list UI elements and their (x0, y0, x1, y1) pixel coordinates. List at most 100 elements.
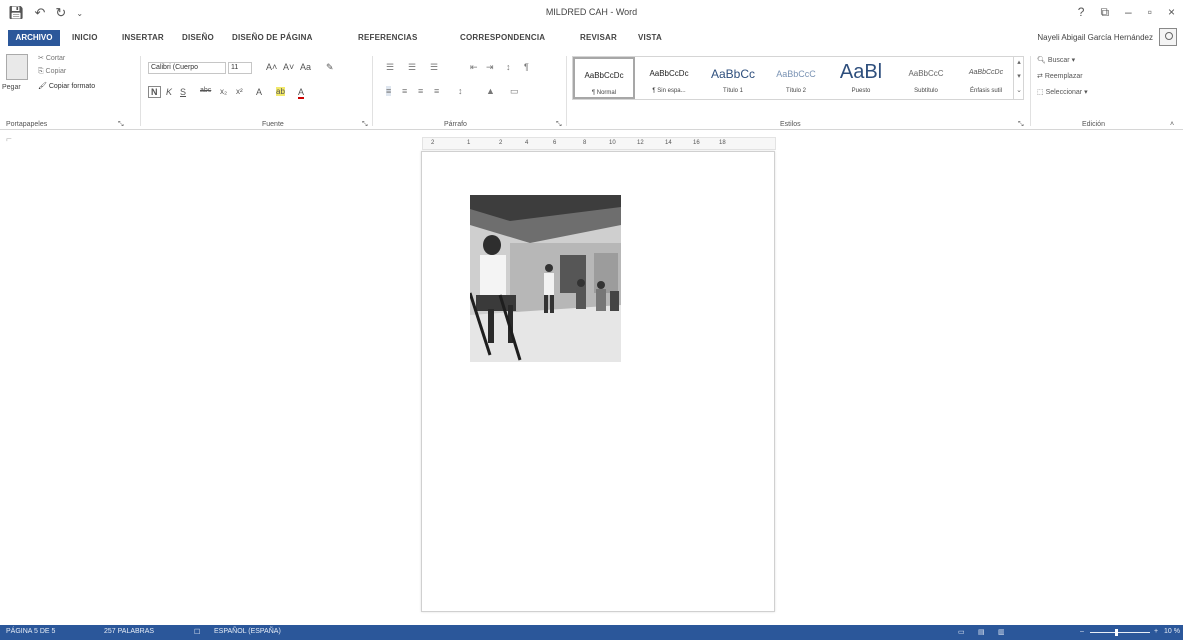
style-heading-2[interactable]: AaBbCcC Título 2 (765, 57, 827, 99)
sort-icon[interactable]: ↕ (506, 62, 511, 72)
zoom-thumb[interactable] (1115, 629, 1118, 636)
style-subtitle[interactable]: AaBbCcC Subtítulo (895, 57, 957, 99)
font-name-select[interactable]: Calibri (Cuerpo (148, 62, 226, 74)
select-button[interactable]: ⬚ Seleccionar ▾ (1037, 88, 1088, 96)
tab-diseno[interactable]: DISEÑO (182, 33, 214, 42)
web-layout-icon[interactable]: ▥ (998, 628, 1005, 636)
style-title[interactable]: AaBl Puesto (829, 57, 893, 99)
align-left-icon[interactable]: ≡ (386, 86, 392, 96)
ruler-toggle-icon[interactable]: ⌐ (6, 134, 12, 145)
print-layout-icon[interactable]: ▤ (978, 628, 985, 636)
user-name[interactable]: Nayeli Abigail García Hernández (1037, 33, 1153, 42)
format-painter-button[interactable]: 🖌︎ Copiar formato (38, 82, 95, 90)
close-icon[interactable]: × (1168, 5, 1175, 20)
styles-gallery: AaBbCcDc ¶ Normal AaBbCcDc ¶ Sin espa...… (572, 56, 1024, 100)
tab-file[interactable]: ARCHIVO (8, 30, 60, 46)
superscript-button[interactable]: x² (236, 87, 243, 96)
zoom-slider[interactable] (1090, 632, 1150, 633)
style-sample: AaBbCcC (776, 69, 816, 79)
decrease-indent-icon[interactable]: ⇤ (470, 62, 478, 73)
style-name: ¶ Normal (591, 90, 617, 96)
cut-button[interactable]: ✂ Cortar (38, 54, 65, 62)
avatar[interactable] (1159, 28, 1177, 46)
maximize-icon[interactable]: ▫ (1148, 5, 1152, 20)
tab-inicio[interactable]: INICIO (72, 33, 98, 42)
zoom-out-icon[interactable]: – (1080, 628, 1084, 635)
paste-icon[interactable] (6, 54, 28, 80)
center-icon[interactable]: ≡ (402, 86, 407, 96)
language[interactable]: ESPAÑOL (ESPAÑA) (214, 628, 281, 635)
font-color-button[interactable]: A (298, 87, 305, 99)
minimize-icon[interactable]: – (1125, 5, 1132, 20)
ribbon-options-icon[interactable]: ⧉ (1100, 5, 1109, 20)
page-count[interactable]: PÁGINA 5 DE 5 (6, 628, 55, 635)
font-size-select[interactable]: 11 (228, 62, 252, 74)
highlight-button[interactable]: ab (276, 87, 285, 96)
ruler-number: 4 (525, 140, 529, 146)
zoom-in-icon[interactable]: + (1154, 628, 1158, 635)
shrink-font-button[interactable]: A˅ (283, 62, 294, 72)
word-count[interactable]: 257 PALABRAS (104, 628, 154, 635)
font-launcher-icon[interactable]: ⤡ (362, 121, 368, 129)
line-spacing-icon[interactable]: ↕ (458, 86, 463, 96)
status-bar: PÁGINA 5 DE 5 257 PALABRAS ☐ ESPAÑOL (ES… (0, 625, 1183, 640)
ruler-number: 14 (665, 140, 672, 146)
bullets-icon[interactable]: ☰ (386, 62, 394, 73)
shading-icon[interactable]: ▲ (486, 86, 495, 96)
styles-group-label: Estilos (780, 121, 801, 128)
clear-format-icon[interactable]: ✎ (326, 62, 334, 73)
increase-indent-icon[interactable]: ⇥ (486, 62, 494, 73)
help-icon[interactable]: ? (1078, 5, 1085, 20)
clipboard-launcher-icon[interactable]: ⤡ (118, 121, 124, 129)
ruler-number: 1 (467, 140, 471, 146)
tab-vista[interactable]: VISTA (638, 33, 662, 42)
title-bar: 💾︎ ↶ ↻ ⌄ MILDRED CAH - Word ? ⧉ – ▫ × (0, 0, 1183, 26)
align-right-icon[interactable]: ≡ (418, 86, 423, 96)
separator (140, 56, 141, 126)
justify-icon[interactable]: ≡ (434, 86, 439, 96)
tab-referencias[interactable]: REFERENCIAS (358, 33, 418, 42)
paste-button[interactable]: Pegar (2, 84, 21, 91)
style-normal[interactable]: AaBbCcDc ¶ Normal (573, 57, 635, 99)
text-effects-button[interactable]: A (256, 87, 262, 97)
style-heading-1[interactable]: AaBbCc Título 1 (703, 57, 763, 99)
separator (1030, 56, 1031, 126)
ruler-number: 16 (693, 140, 700, 146)
change-case-button[interactable]: Aa (300, 62, 311, 72)
zoom-level[interactable]: 10 % (1164, 628, 1180, 635)
numbering-icon[interactable]: ☰ (408, 62, 416, 73)
paragraph-launcher-icon[interactable]: ⤡ (556, 121, 562, 129)
style-subtle-emphasis[interactable]: AaBbCcDc Énfasis sutil (959, 57, 1013, 99)
horizontal-ruler[interactable]: 2 1 2 4 6 8 10 12 14 16 18 (422, 137, 776, 150)
find-button[interactable]: 🔍︎ Buscar ▾ (1037, 56, 1075, 64)
select-label: Seleccionar (1045, 89, 1083, 96)
bold-button[interactable]: N (148, 86, 161, 98)
italic-button[interactable]: K (166, 87, 172, 97)
tab-revisar[interactable]: REVISAR (580, 33, 617, 42)
read-mode-icon[interactable]: ▭ (958, 628, 965, 636)
document-page[interactable] (421, 151, 775, 612)
underline-button[interactable]: S (180, 87, 186, 97)
tab-diseno-pagina[interactable]: DISEÑO DE PÁGINA (232, 33, 313, 42)
copy-button[interactable]: ⎘ Copiar (38, 68, 66, 76)
borders-icon[interactable]: ▭ (510, 86, 519, 97)
tab-insertar[interactable]: INSERTAR (122, 33, 164, 42)
style-sample: AaBbCcDc (968, 69, 1004, 76)
ruler-number: 8 (583, 140, 587, 146)
styles-more-button[interactable]: ▴ ▾ ⌄ (1013, 56, 1024, 100)
replace-button[interactable]: ⇄ Reemplazar (1037, 72, 1083, 80)
style-no-spacing[interactable]: AaBbCcDc ¶ Sin espa... (637, 57, 701, 99)
multilevel-icon[interactable]: ☰ (430, 62, 438, 73)
pilcrow-icon[interactable]: ¶ (524, 62, 529, 72)
tab-correspondencia[interactable]: CORRESPONDENCIA (460, 33, 545, 42)
style-name: ¶ Sin espa... (652, 88, 686, 94)
style-name: Título 2 (785, 88, 806, 94)
grow-font-button[interactable]: A˄ (266, 62, 277, 72)
style-sample: AaBbCcDc (649, 69, 689, 78)
collapse-ribbon-icon[interactable]: ˄ (1170, 121, 1174, 128)
strikethrough-button[interactable]: abc (200, 87, 211, 94)
proofing-icon[interactable]: ☐ (194, 628, 200, 636)
document-photo[interactable] (470, 195, 621, 362)
styles-launcher-icon[interactable]: ⤡ (1018, 121, 1024, 129)
subscript-button[interactable]: x₂ (220, 87, 227, 96)
